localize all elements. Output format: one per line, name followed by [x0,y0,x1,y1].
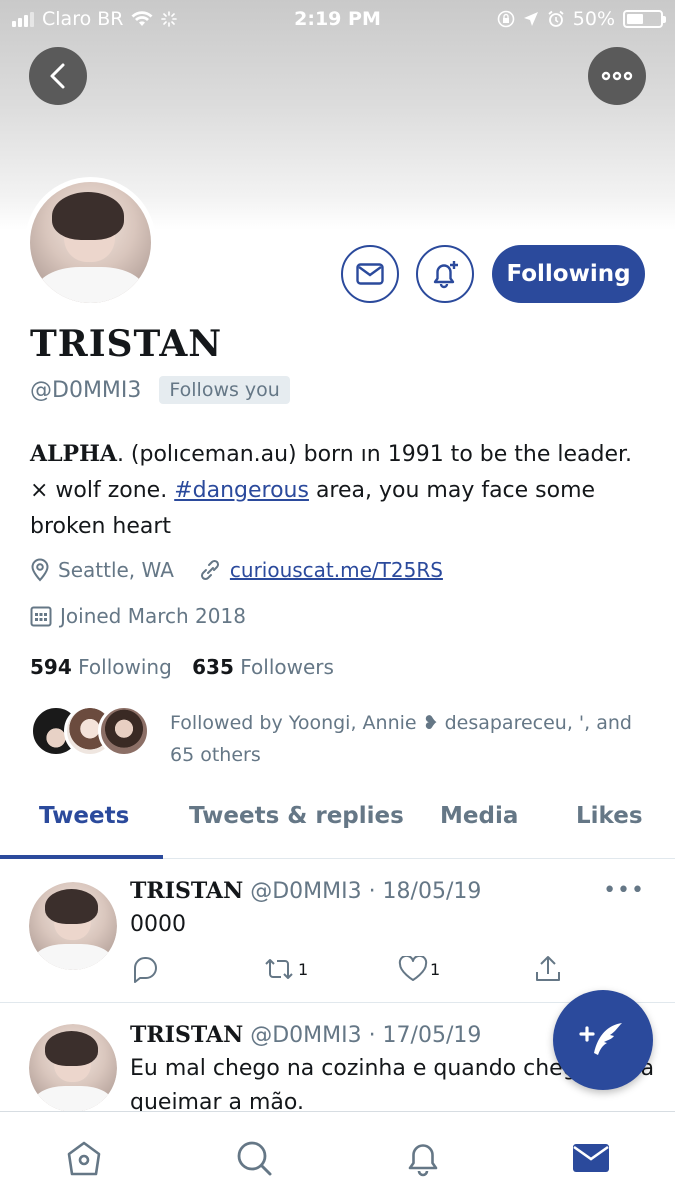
profile-name: TRISTAN [30,323,223,365]
notifications-button[interactable] [416,245,474,303]
profile-website-link[interactable]: curiouscat.me/T25RS [230,558,443,582]
retweet-icon [265,959,293,979]
bottom-navigation [0,1111,675,1200]
nav-messages[interactable] [569,1136,613,1180]
tweet-item[interactable]: TRISTAN @D0MMI3 · 18/05/19 ••• 0000 1 1 [0,860,675,1003]
tweet-meta: @D0MMI3 · 17/05/19 [250,1023,482,1048]
nav-notifications[interactable] [401,1136,445,1180]
bio-alpha: ALPHA [30,441,117,467]
compose-tweet-button[interactable] [553,990,653,1090]
profile-joined-date: Joined March 2018 [60,604,246,628]
tweet-text: 0000 [130,912,186,937]
chevron-left-icon [50,63,65,89]
avatar-photo [29,882,117,970]
profile-avatar[interactable] [25,177,156,308]
tweet-header: TRISTAN @D0MMI3 · 18/05/19 [130,878,481,904]
following-count-link[interactable]: 594 Following [30,655,172,679]
battery-percent: 50% [572,8,615,30]
retweet-count: 1 [298,959,309,979]
status-bar: Claro BR 2:19 PM 50% [0,0,675,40]
calendar-icon [30,606,52,627]
envelope-icon [356,263,384,285]
alarm-icon [548,10,564,27]
profile-tabs: Tweets Tweets & replies Media Likes [0,795,675,859]
location-pin-icon [31,558,49,582]
follow-counts: 594 Following 635 Followers [30,655,334,679]
like-count: 1 [430,959,441,979]
profile-joined-row: Joined March 2018 [30,604,246,628]
tweet-more-button[interactable]: ••• [603,878,645,903]
profile-location: Seattle, WA [58,558,174,582]
following-count: 594 [30,655,72,679]
reply-button[interactable] [130,955,160,983]
tab-tweets[interactable]: Tweets [39,803,129,829]
tweet-header: TRISTAN @D0MMI3 · 17/05/19 [130,1022,481,1048]
reply-icon [134,957,157,983]
avatar-photo [29,1024,117,1112]
nav-home[interactable] [62,1136,106,1180]
retweet-button[interactable]: 1 [262,956,308,982]
tweet-avatar[interactable] [29,1024,117,1112]
followers-count: 635 [192,655,234,679]
follows-you-badge: Follows you [159,376,290,404]
tab-tweets-replies[interactable]: Tweets & replies [189,803,404,829]
compose-feather-icon [579,1023,622,1055]
avatar-photo [30,182,151,303]
ellipsis-icon [601,71,633,81]
following-label: Following [78,655,172,679]
heart-icon [398,956,428,981]
tweet-avatar[interactable] [29,882,117,970]
bell-plus-icon [433,261,458,289]
followers-count-link[interactable]: 635 Followers [192,655,334,679]
message-button[interactable] [341,245,399,303]
follower-avatar [98,705,150,757]
rotation-lock-icon [497,10,515,28]
search-icon [237,1141,272,1176]
tab-likes[interactable]: Likes [576,803,643,829]
profile-bio: ALPHA. (polıceman.au) born ın 1991 to be… [30,436,655,545]
like-button[interactable]: 1 [398,956,440,982]
followers-label: Followers [240,655,334,679]
battery-icon [623,10,666,28]
followed-by-text[interactable]: Followed by Yoongi, Annie ❥ desapareceu,… [170,707,640,771]
more-options-button[interactable] [588,47,646,105]
following-button[interactable]: Following [492,245,645,303]
followed-by-avatars[interactable] [30,705,150,757]
nav-search[interactable] [232,1136,276,1180]
share-icon [536,956,560,981]
tweet-meta: @D0MMI3 · 18/05/19 [250,879,482,904]
tweet-author-name: TRISTAN [130,1022,244,1048]
bell-icon [408,1144,438,1177]
tab-media[interactable]: Media [440,803,518,829]
link-icon [200,559,219,581]
tweet-author-name: TRISTAN [130,878,244,904]
profile-meta-row: Seattle, WA curiouscat.me/T25RS [30,558,443,582]
envelope-filled-icon [573,1144,609,1172]
share-button[interactable] [533,954,563,984]
home-icon [67,1141,101,1176]
active-tab-indicator [0,855,163,859]
profile-handle: @D0MMI3 [30,377,142,403]
back-button[interactable] [29,47,87,105]
location-arrow-icon [523,12,538,26]
bio-hashtag[interactable]: #dangerous [174,478,309,503]
